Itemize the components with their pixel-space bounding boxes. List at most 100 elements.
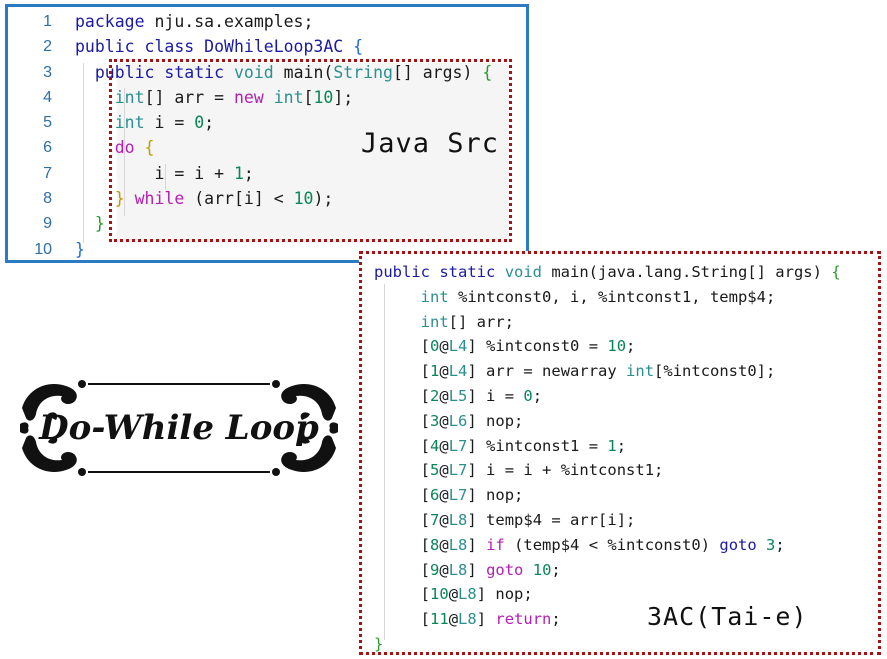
source-line-ref: L7: [448, 486, 468, 505]
bracket: [: [420, 535, 431, 554]
type: int: [420, 287, 449, 306]
at-sign: @: [439, 535, 449, 554]
keyword: static: [164, 62, 225, 82]
code-line: }: [374, 632, 878, 657]
line-number: 8: [43, 190, 52, 208]
code-text: ];: [333, 87, 354, 107]
bracket: ]: [467, 436, 477, 455]
stmt-index: 4: [430, 436, 440, 455]
keyword: while: [134, 189, 185, 209]
code-text: main(: [273, 62, 334, 82]
code-text: [] arr;: [448, 312, 514, 331]
source-line-ref: L8: [458, 585, 477, 604]
type: int: [626, 362, 655, 381]
at-sign: @: [439, 486, 449, 505]
tac-statement: [3@L6] nop;: [374, 409, 878, 434]
code-text: [] args): [392, 62, 473, 82]
bracket: ]: [476, 610, 487, 629]
code-text: nju.sa.examples;: [144, 12, 314, 31]
code-text: ;: [551, 610, 561, 629]
source-line-ref: L5: [448, 386, 468, 405]
code-text: arr = newarray: [476, 362, 627, 381]
code-text: ;: [243, 163, 254, 183]
code-text: nop;: [486, 585, 533, 604]
java-src-label: Java Src: [361, 128, 500, 159]
keyword: public: [374, 263, 430, 281]
number: 0: [523, 386, 533, 405]
bracket: [: [420, 610, 431, 629]
bracket: [: [420, 585, 431, 604]
code-text: ;: [626, 337, 636, 356]
tac-statement: [1@L4] arr = newarray int[%intconst0];: [374, 359, 878, 384]
keyword: goto: [486, 560, 524, 579]
line-number: 4: [43, 88, 52, 106]
code-text: %intconst0 =: [476, 337, 608, 356]
code-text: ;: [204, 113, 215, 133]
code-text: main(java.lang.String[] args): [542, 263, 832, 281]
ornament-title: Do-While Loop: [39, 408, 319, 448]
keyword: goto: [719, 535, 757, 554]
code-line: } while (arr[i] < 10);: [75, 186, 526, 211]
brace: }: [94, 214, 105, 234]
code-text: ;: [775, 535, 785, 554]
stmt-index: 8: [430, 535, 440, 554]
keyword: static: [439, 263, 496, 281]
code-text: %intconst1 =: [476, 436, 608, 455]
code-line: int[] arr;: [374, 310, 878, 335]
stmt-index: 10: [430, 585, 449, 604]
keyword: class: [144, 37, 195, 57]
at-sign: @: [439, 337, 449, 356]
stmt-index: 6: [430, 486, 440, 505]
type: String: [333, 62, 393, 82]
type: int: [114, 87, 145, 107]
code-text: temp$4 = arr[i];: [476, 510, 636, 529]
keyword: public: [94, 62, 155, 82]
code-text: [: [303, 87, 314, 107]
stmt-index: 1: [430, 362, 440, 381]
code-line: public class DoWhileLoop3AC {: [75, 34, 526, 59]
bracket: [: [420, 386, 431, 405]
at-sign: @: [439, 560, 449, 579]
at-sign: @: [439, 386, 449, 405]
bracket: ]: [467, 386, 477, 405]
keyword: package: [75, 12, 145, 31]
at-sign: @: [439, 510, 449, 529]
type: int: [114, 113, 145, 133]
number: 10: [293, 189, 314, 209]
line-number: 6: [43, 139, 52, 157]
bracket: [: [420, 362, 431, 381]
code-line: public static void main(String[] args) {: [75, 60, 526, 85]
at-sign: @: [439, 436, 449, 455]
code-text: i = i + %intconst1;: [476, 461, 664, 480]
code-line: }: [75, 211, 526, 236]
line-number: 1: [43, 13, 52, 30]
bracket: [: [420, 337, 431, 356]
stmt-index: 9: [430, 560, 440, 579]
source-line-ref: L4: [448, 362, 468, 381]
brace: {: [134, 138, 155, 158]
code-line: i = i + 1;: [75, 161, 526, 186]
brace: }: [75, 239, 85, 259]
code-text: nop;: [476, 411, 524, 430]
code-text: i =: [144, 113, 195, 133]
code-line: package nju.sa.examples;: [75, 9, 526, 34]
source-line-ref: L7: [448, 461, 468, 480]
code-text: );: [313, 189, 334, 209]
source-line-ref: L6: [448, 411, 468, 430]
line-number: 10: [34, 240, 52, 258]
brace: {: [831, 263, 841, 281]
brace: {: [472, 62, 493, 82]
bracket: [: [420, 436, 431, 455]
code-text: (arr[i] <: [184, 189, 294, 209]
tac-statement: [0@L4] %intconst0 = 10;: [374, 334, 878, 359]
code-text: i =: [476, 386, 524, 405]
tac-label: 3AC(Tai-e): [647, 602, 808, 631]
type: int: [420, 312, 449, 331]
code-text: i = i +: [154, 163, 234, 183]
number: 1: [607, 436, 617, 455]
stmt-index: 5: [430, 461, 440, 480]
